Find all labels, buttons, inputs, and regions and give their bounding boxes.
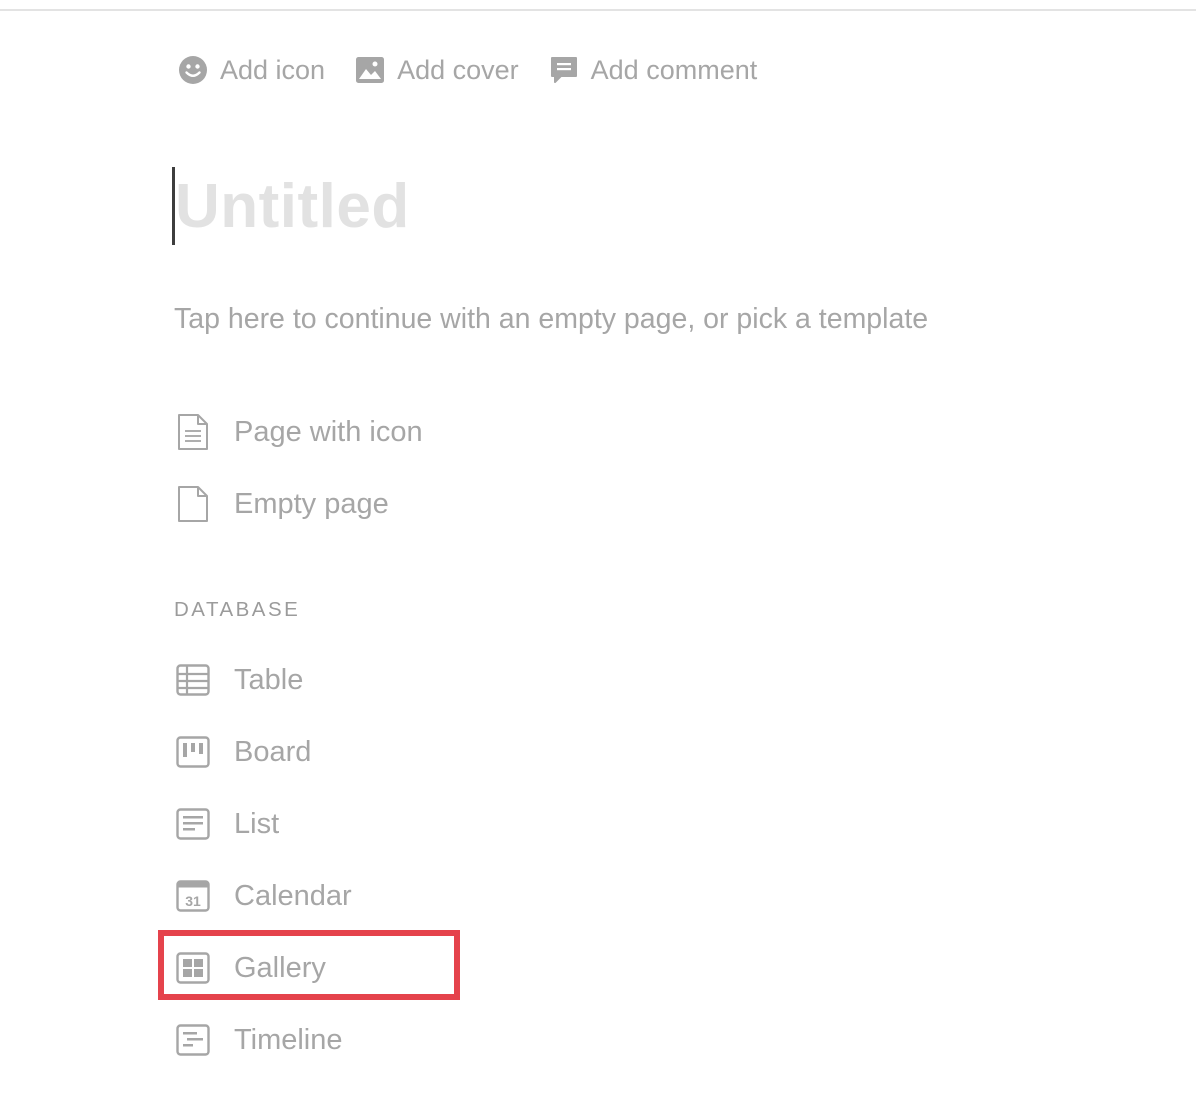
top-divider — [0, 9, 1196, 11]
document-blank-icon — [174, 484, 212, 524]
smiley-icon — [176, 53, 210, 87]
board-icon — [174, 732, 212, 772]
calendar-icon: 31 — [174, 876, 212, 916]
database-item-board[interactable]: Board — [174, 728, 311, 776]
list-icon — [174, 804, 212, 844]
database-item-list[interactable]: List — [174, 800, 279, 848]
database-section-label: DATABASE — [174, 598, 301, 621]
template-page-with-icon[interactable]: Page with icon — [174, 408, 423, 456]
page-header-actions: Add icon Add cover Add comment — [176, 50, 785, 90]
database-item-label: Gallery — [234, 951, 326, 984]
svg-text:31: 31 — [185, 893, 201, 909]
add-cover-button[interactable]: Add cover — [353, 50, 519, 90]
page-title-field[interactable]: Untitled — [172, 164, 410, 248]
database-item-label: Timeline — [234, 1023, 343, 1056]
add-icon-label: Add icon — [220, 54, 326, 85]
database-item-label: Calendar — [234, 879, 352, 912]
empty-page-hint[interactable]: Tap here to continue with an empty page,… — [174, 303, 928, 336]
database-item-label: List — [234, 807, 280, 840]
add-comment-button[interactable]: Add comment — [547, 50, 758, 90]
template-label: Page with icon — [234, 415, 423, 448]
database-item-table[interactable]: Table — [174, 656, 303, 704]
template-empty-page[interactable]: Empty page — [174, 480, 389, 528]
database-item-gallery[interactable]: Gallery — [174, 944, 326, 992]
table-icon — [174, 660, 212, 700]
image-icon — [353, 53, 387, 87]
add-icon-button[interactable]: Add icon — [176, 50, 325, 90]
database-item-label: Table — [234, 663, 304, 696]
comment-icon — [547, 53, 581, 87]
database-item-calendar[interactable]: 31 Calendar — [174, 872, 352, 920]
gallery-icon — [174, 948, 212, 988]
page-title-placeholder: Untitled — [175, 171, 410, 241]
template-label: Empty page — [234, 487, 389, 520]
add-comment-label: Add comment — [590, 54, 758, 85]
add-cover-label: Add cover — [397, 54, 519, 85]
document-lines-icon — [174, 412, 212, 452]
database-item-timeline[interactable]: Timeline — [174, 1016, 343, 1064]
database-item-label: Board — [234, 735, 312, 768]
timeline-icon — [174, 1020, 212, 1060]
